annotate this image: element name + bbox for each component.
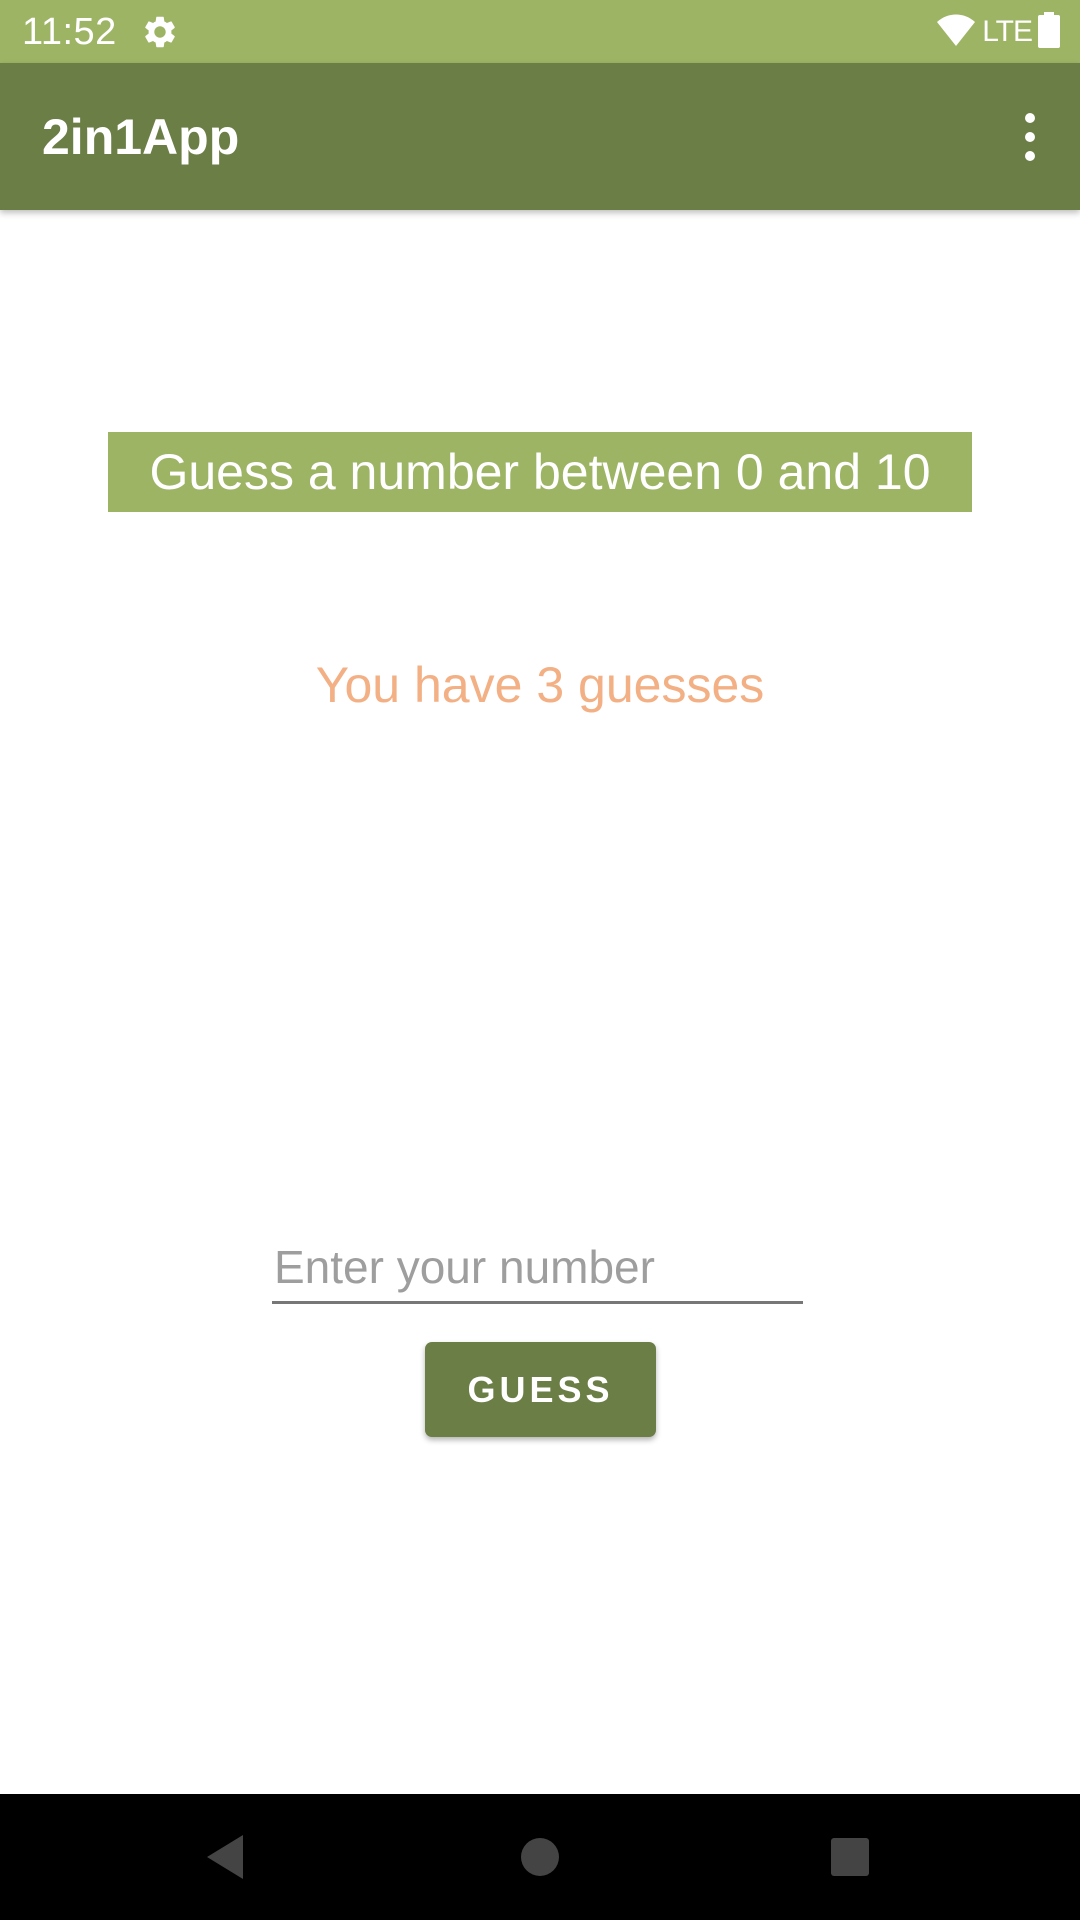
- network-type: LTE: [982, 15, 1033, 48]
- status-bar: 11:52 LTE: [0, 0, 1080, 63]
- number-input[interactable]: [272, 1232, 803, 1304]
- home-icon[interactable]: [505, 1822, 575, 1892]
- instruction-banner: Guess a number between 0 and 10: [108, 432, 972, 512]
- battery-icon: [1038, 11, 1060, 53]
- app-title: 2in1App: [42, 109, 240, 165]
- status-icons: LTE: [936, 11, 1060, 53]
- wifi-icon: [936, 13, 976, 52]
- guess-button[interactable]: GUESS: [425, 1342, 656, 1437]
- screen: 11:52 LTE 2in1App Guess a number between…: [0, 0, 1080, 1920]
- menu-dot: [1025, 113, 1035, 123]
- menu-dot: [1025, 132, 1035, 142]
- recents-icon[interactable]: [815, 1822, 885, 1892]
- menu-dot: [1025, 151, 1035, 161]
- guesses-remaining-text: You have 3 guesses: [315, 657, 765, 713]
- more-vert-icon[interactable]: [998, 103, 1062, 171]
- navigation-bar: [0, 1794, 1080, 1920]
- app-bar: 2in1App: [0, 63, 1080, 210]
- status-time: 11:52: [22, 11, 117, 53]
- back-icon[interactable]: [190, 1822, 260, 1892]
- gear-icon: [141, 13, 179, 51]
